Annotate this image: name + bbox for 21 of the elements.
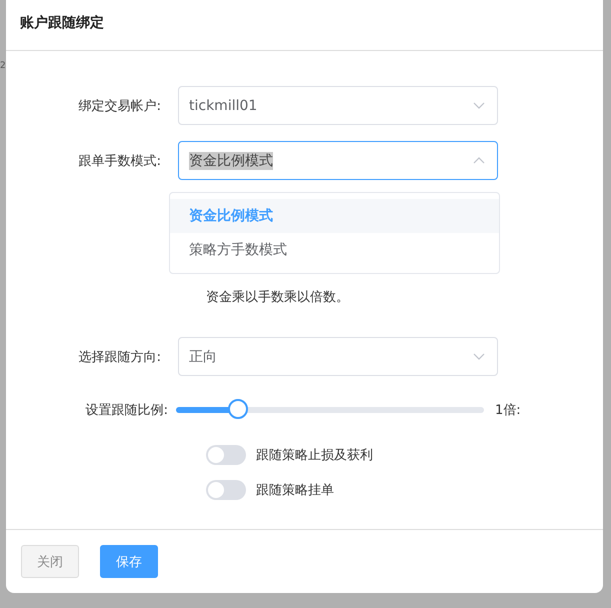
slider-value: 1倍: (495, 402, 521, 419)
dialog-title: 账户跟随绑定 (20, 15, 104, 31)
select-field[interactable]: tickmill01 (178, 86, 498, 125)
toggle-switch[interactable] (206, 480, 246, 500)
chevron-up-icon (473, 157, 485, 164)
field-label: 跟单手数模式: (78, 152, 162, 170)
chevron-down-icon (473, 353, 485, 360)
slider-thumb[interactable] (228, 399, 248, 419)
chevron-down-icon (473, 102, 485, 109)
switch-label: 跟随策略止损及获利 (256, 447, 373, 464)
dropdown-option[interactable]: 策略方手数模式 (170, 233, 499, 267)
select-field[interactable]: 资金比例模式 (178, 141, 498, 180)
close-button[interactable]: 关闭 (21, 545, 79, 578)
field-label: 选择跟随方向: (78, 348, 162, 366)
switch-label: 跟随策略挂单 (256, 482, 334, 499)
help-text: 资金乘以手数乘以倍数。 (206, 289, 349, 306)
background-text: 2 (0, 61, 6, 71)
field-label: 绑定交易帐户: (78, 98, 162, 114)
toggle-switch[interactable] (206, 445, 246, 465)
field-label: 设置跟随比例: (84, 402, 169, 419)
select-field[interactable]: 正向 (178, 337, 498, 376)
